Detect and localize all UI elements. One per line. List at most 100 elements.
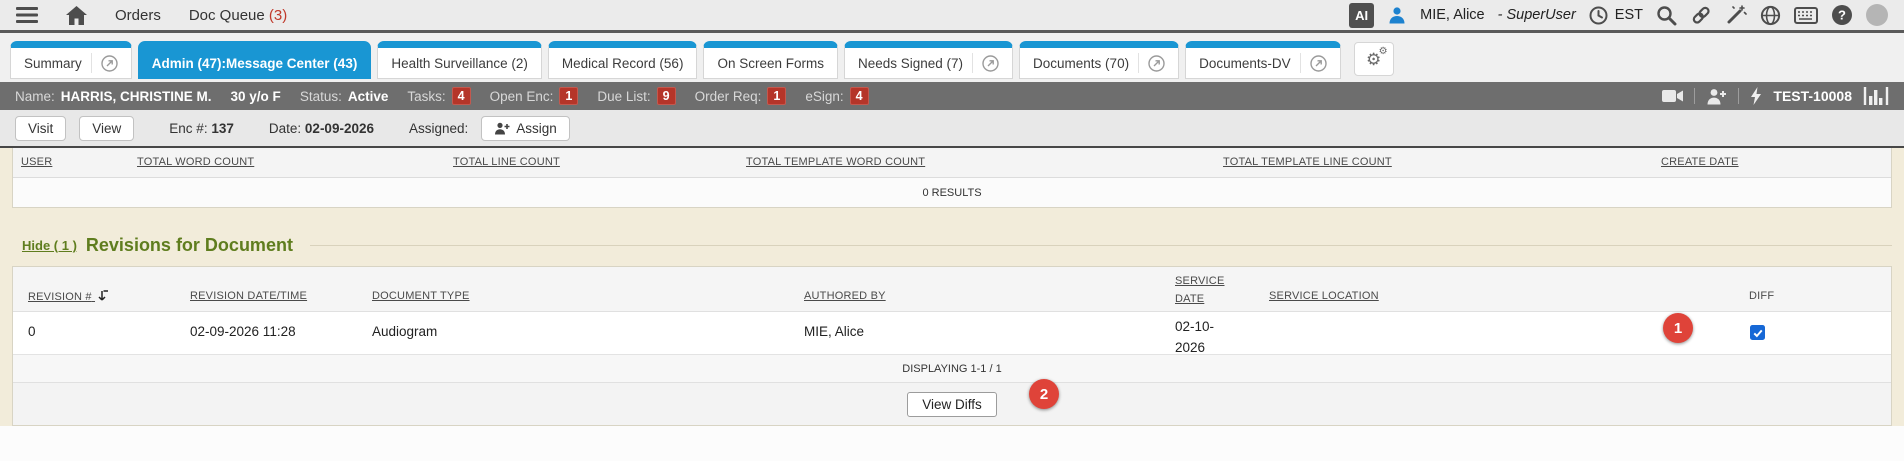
column-header-total-template-word-count[interactable]: TOTAL TEMPLATE WORD COUNT <box>746 156 925 168</box>
column-header-revision-num[interactable]: REVISION # <box>28 290 109 303</box>
tab-label: On Screen Forms <box>717 56 824 71</box>
external-link-icon[interactable] <box>1310 55 1327 72</box>
view-diffs-button[interactable]: View Diffs <box>907 392 997 417</box>
sort-descending-icon <box>98 290 109 302</box>
external-link-icon[interactable] <box>1148 55 1165 72</box>
open-enc-count-badge[interactable]: 1 <box>559 87 578 105</box>
tab-divider <box>972 53 973 73</box>
visit-button[interactable]: Visit <box>15 116 66 141</box>
user-icon <box>1387 5 1407 25</box>
tab-label: Medical Record (56) <box>562 56 684 71</box>
patient-tasks[interactable]: Tasks: 4 <box>407 87 470 105</box>
tab-health-surveillance[interactable]: Health Surveillance (2) <box>377 41 542 79</box>
patient-open-enc[interactable]: Open Enc: 1 <box>490 87 579 105</box>
tab-summary[interactable]: Summary <box>10 41 132 79</box>
presence-icon[interactable] <box>1866 4 1888 26</box>
hide-revisions-link[interactable]: Hide ( 1 ) <box>22 238 77 253</box>
revisions-heading: Hide ( 1 ) Revisions for Document <box>22 232 1892 258</box>
cell-service-date: 02-10-2026 <box>1175 317 1229 359</box>
assigned-label: Assigned: <box>409 121 468 136</box>
tab-on-screen-forms[interactable]: On Screen Forms <box>703 41 838 79</box>
nav-orders[interactable]: Orders <box>115 7 161 24</box>
esign-count-badge[interactable]: 4 <box>850 87 869 105</box>
clock-icon[interactable] <box>1589 6 1608 25</box>
tab-label: Summary <box>24 56 82 71</box>
tasks-count-badge[interactable]: 4 <box>452 87 471 105</box>
lightning-icon[interactable] <box>1750 87 1762 105</box>
column-header-service-location[interactable]: SERVICE LOCATION <box>1269 290 1379 302</box>
order-req-count-badge[interactable]: 1 <box>767 87 786 105</box>
revision-row: 0 02-09-2026 11:28 Audiogram MIE, Alice … <box>13 312 1891 355</box>
patient-bar-tools: TEST-10008 <box>1662 87 1889 105</box>
external-link-icon[interactable] <box>982 55 999 72</box>
topbar-left: Orders Doc Queue (3) <box>16 6 287 25</box>
word-count-table-header: USER TOTAL WORD COUNT TOTAL LINE COUNT T… <box>13 148 1891 178</box>
wand-icon[interactable] <box>1725 4 1747 26</box>
checkmark-icon <box>1752 327 1764 339</box>
home-icon[interactable] <box>66 6 87 25</box>
tab-label: Admin (47):Message Center (43) <box>152 56 358 71</box>
diff-checkbox[interactable] <box>1750 325 1765 340</box>
column-header-revision-datetime[interactable]: REVISION DATE/TIME <box>190 290 307 302</box>
revisions-table-footer: View Diffs <box>13 383 1891 425</box>
word-count-table: USER TOTAL WORD COUNT TOTAL LINE COUNT T… <box>12 148 1892 208</box>
user-name[interactable]: MIE, Alice <box>1420 7 1484 23</box>
tab-label: Documents (70) <box>1033 56 1129 71</box>
patient-esign[interactable]: eSign: 4 <box>805 87 868 105</box>
column-header-total-word-count[interactable]: TOTAL WORD COUNT <box>137 156 254 168</box>
cell-revision-datetime: 02-09-2026 11:28 <box>190 324 296 339</box>
assign-user-icon <box>494 122 510 135</box>
video-camera-icon[interactable] <box>1662 89 1683 103</box>
cell-document-type: Audiogram <box>372 324 437 339</box>
separator <box>1738 88 1739 104</box>
link-icon[interactable] <box>1690 4 1712 26</box>
tab-medical-record[interactable]: Medical Record (56) <box>548 41 698 79</box>
patient-order-req[interactable]: Order Req: 1 <box>695 87 787 105</box>
tab-label: Documents-DV <box>1199 56 1291 71</box>
column-header-authored-by[interactable]: AUTHORED BY <box>804 290 886 302</box>
tab-documents-dv[interactable]: Documents-DV <box>1185 41 1341 79</box>
tab-divider <box>91 53 92 73</box>
keyboard-icon[interactable] <box>1794 7 1818 24</box>
enc-date: Date: 02-09-2026 <box>269 121 374 136</box>
ai-badge[interactable]: AI <box>1349 3 1374 28</box>
nav-doc-queue[interactable]: Doc Queue (3) <box>189 7 287 24</box>
tab-settings-button[interactable]: ⚙ ⚙ <box>1354 42 1394 76</box>
top-toolbar: Orders Doc Queue (3) AI MIE, Alice - Sup… <box>0 0 1904 33</box>
column-header-total-template-line-count[interactable]: TOTAL TEMPLATE LINE COUNT <box>1223 156 1392 168</box>
separator <box>1694 88 1695 104</box>
add-user-icon[interactable] <box>1706 88 1727 105</box>
view-button[interactable]: View <box>79 116 134 141</box>
topbar-right: AI MIE, Alice - SuperUser EST ? <box>1349 3 1888 28</box>
flowsheet-chart-icon[interactable] <box>1863 87 1889 105</box>
cell-authored-by: MIE, Alice <box>804 324 864 339</box>
column-header-document-type[interactable]: DOCUMENT TYPE <box>372 290 470 302</box>
column-header-create-date[interactable]: CREATE DATE <box>1661 156 1739 168</box>
enc-number: Enc #: 137 <box>169 121 234 136</box>
globe-icon[interactable] <box>1760 5 1781 26</box>
annotation-badge-2: 2 <box>1029 379 1059 409</box>
assign-button[interactable]: Assign <box>481 116 570 141</box>
due-list-count-badge[interactable]: 9 <box>657 87 676 105</box>
external-link-icon[interactable] <box>101 55 118 72</box>
patient-status: Status: Active <box>300 89 389 104</box>
tab-admin-message-center[interactable]: Admin (47):Message Center (43) <box>138 41 372 79</box>
patient-name: Name: HARRIS, CHRISTINE M. <box>15 89 212 104</box>
timezone-label: EST <box>1615 7 1643 23</box>
revisions-title: Revisions for Document <box>86 235 293 256</box>
chart-content-area: USER TOTAL WORD COUNT TOTAL LINE COUNT T… <box>0 148 1904 426</box>
patient-info-bar: Name: HARRIS, CHRISTINE M. 30 y/o F Stat… <box>0 82 1904 110</box>
help-icon[interactable]: ? <box>1831 4 1853 26</box>
chart-tab-strip: Summary Admin (47):Message Center (43) H… <box>0 33 1904 82</box>
user-role: - SuperUser <box>1498 7 1576 23</box>
column-header-total-line-count[interactable]: TOTAL LINE COUNT <box>453 156 560 168</box>
cell-revision-num: 0 <box>28 324 36 339</box>
patient-due-list[interactable]: Due List: 9 <box>597 87 675 105</box>
tab-documents[interactable]: Documents (70) <box>1019 41 1179 79</box>
search-icon[interactable] <box>1656 5 1677 26</box>
column-header-user[interactable]: USER <box>21 156 52 168</box>
tab-needs-signed[interactable]: Needs Signed (7) <box>844 41 1013 79</box>
menu-icon[interactable] <box>16 7 38 23</box>
column-header-service-date[interactable]: SERVICE DATE <box>1175 272 1231 308</box>
gear-small-icon: ⚙ <box>1379 46 1388 57</box>
